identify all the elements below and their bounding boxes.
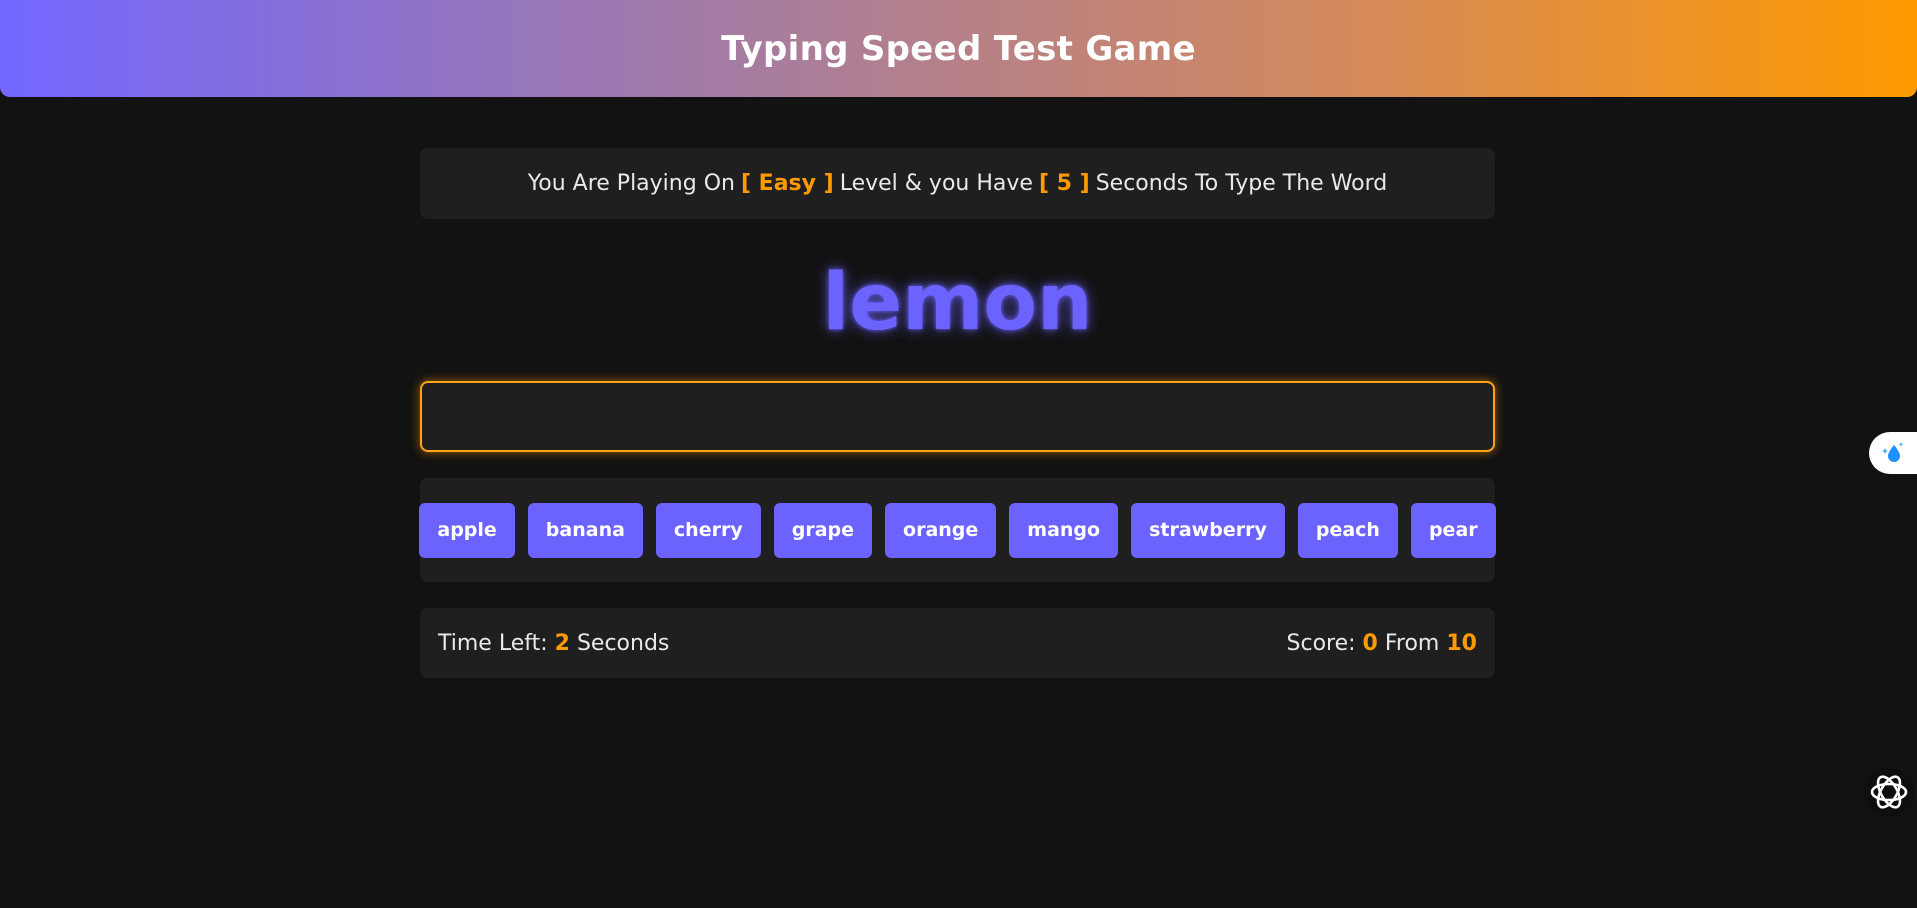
upcoming-word-chip: strawberry (1131, 502, 1285, 558)
upcoming-word-chip: pear (1410, 502, 1496, 558)
score-total: 10 (1446, 630, 1477, 656)
header: Typing Speed Test Game (0, 0, 1917, 97)
seconds-value: [ 5 ] (1038, 171, 1090, 196)
upcoming-word-chip: apple (419, 502, 515, 558)
current-word: lemon (822, 258, 1093, 348)
word-input-wrapper (420, 381, 1495, 452)
time-left-unit: Seconds (576, 630, 670, 656)
upcoming-word-chip: peach (1297, 502, 1398, 558)
control-bar: Time Left: 2 Seconds Score: 0 From 10 (420, 608, 1495, 678)
time-left-value: 2 (554, 630, 570, 656)
time-left: Time Left: 2 Seconds (438, 631, 669, 656)
score: Score: 0 From 10 (1287, 631, 1477, 656)
upcoming-word-chip: mango (1009, 502, 1119, 558)
message-suffix: Seconds To Type The Word (1095, 171, 1388, 196)
level-name: [ Easy ] (740, 171, 834, 196)
score-value: 0 (1362, 630, 1378, 656)
upcoming-word-chip: orange (885, 502, 997, 558)
score-from-label: From (1384, 630, 1440, 656)
upcoming-word-chip: grape (773, 502, 873, 558)
water-drop-sparkle-icon[interactable] (1869, 432, 1917, 474)
page-title: Typing Speed Test Game (721, 28, 1196, 69)
word-input[interactable] (420, 381, 1495, 452)
upcoming-word-chip: cherry (655, 502, 761, 558)
message-middle: Level & you Have (839, 171, 1033, 196)
upcoming-word-chip: banana (527, 502, 643, 558)
score-label: Score: (1286, 630, 1356, 656)
game-message: You Are Playing On [ Easy ] Level & you … (420, 148, 1495, 219)
message-prefix: You Are Playing On (527, 171, 735, 196)
water-drop-icon (1882, 442, 1904, 462)
upcoming-words: apple banana cherry grape orange mango strawbe… (419, 478, 1496, 582)
time-left-label: Time Left: (438, 630, 548, 656)
openai-logo-icon[interactable] (1864, 767, 1914, 817)
assistant-logo-icon (1870, 775, 1908, 809)
